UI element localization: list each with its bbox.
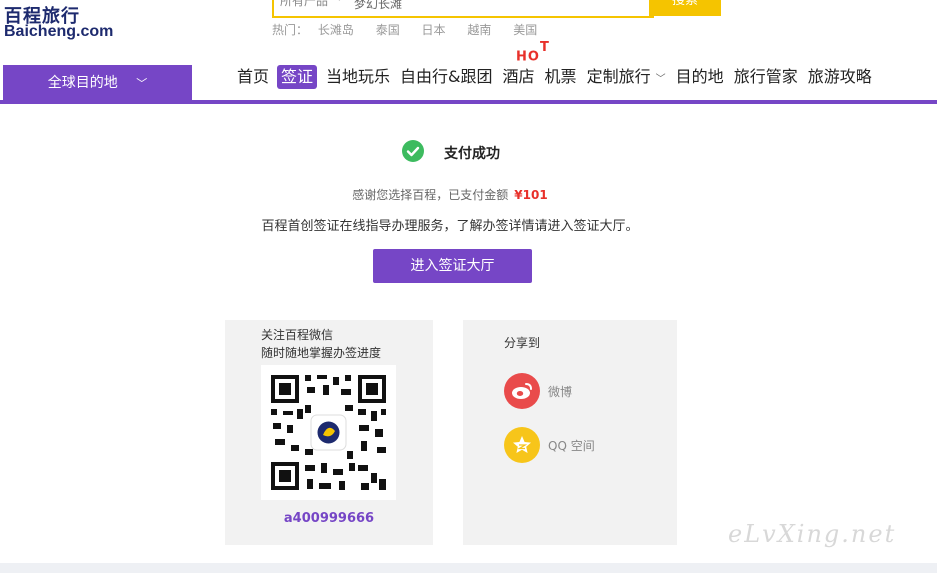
chevron-down-icon: ﹀ (136, 77, 148, 90)
nav-item-visa[interactable]: 签证 (277, 65, 318, 89)
global-destinations-label: 全球目的地 (47, 75, 118, 91)
hot-search-row: 热门： 长滩岛 泰国 日本 越南 美国 (272, 21, 555, 38)
wechat-qr-code (261, 365, 396, 500)
hot-search-link[interactable]: 泰国 (376, 23, 400, 37)
nav-item-home[interactable]: 首页 (232, 65, 274, 89)
hot-search-link[interactable]: 越南 (467, 23, 491, 37)
nav-item-tours[interactable]: 自由行&跟团 (395, 65, 497, 89)
share-card: 分享到 微博 QQ 空间 (463, 320, 677, 545)
nav-item-guides[interactable]: 旅游攻略 (803, 65, 877, 89)
main-nav: 首页 签证 当地玩乐 自由行&跟团 酒店 机票 定制旅行 ﹀ 目的地 旅行管家 … (232, 62, 877, 92)
nav-item-custom-travel[interactable]: 定制旅行 ﹀ (582, 65, 671, 89)
qzone-star-icon (504, 427, 540, 463)
search-category-label: 所有产品 (280, 0, 329, 8)
weibo-icon (504, 373, 540, 409)
chevron-down-icon: ﹀ (334, 0, 344, 8)
share-title: 分享到 (504, 336, 541, 350)
wechat-id: a400999666 (283, 511, 375, 526)
share-weibo-button[interactable]: 微博 (504, 373, 572, 409)
search-bar: 所有产品 ﹀ (272, 0, 654, 18)
nav-item-destinations[interactable]: 目的地 (671, 65, 729, 89)
hot-search-link[interactable]: 日本 (422, 23, 446, 37)
hot-search-link[interactable]: 长滩岛 (318, 23, 354, 37)
watermark-text: eLvXing.net (728, 520, 897, 548)
nav-item-local-fun[interactable]: 当地玩乐 (321, 65, 395, 89)
search-category-select[interactable]: 所有产品 ﹀ (280, 0, 344, 9)
hot-badge-text-b: T (539, 40, 550, 55)
paid-amount: ¥101 (514, 188, 548, 202)
share-qzone-button[interactable]: QQ 空间 (504, 427, 595, 463)
footer-bar (0, 563, 937, 573)
nav-item-flights[interactable]: 机票 (540, 65, 582, 89)
search-button[interactable]: 搜索 (649, 0, 721, 16)
nav-item-custom-travel-label: 定制旅行 (586, 67, 651, 86)
wechat-follow-line1: 关注百程微信 (261, 328, 334, 342)
hot-search-link[interactable]: 美国 (513, 23, 537, 37)
payment-thanks-text: 感谢您选择百程，已支付金额 ¥101 (0, 186, 900, 203)
nav-item-hotel[interactable]: 酒店 (498, 65, 540, 89)
payment-success-title: 支付成功 (444, 146, 500, 162)
logo-en-text: Baicheng.com (4, 23, 114, 40)
search-input[interactable] (354, 0, 634, 12)
nav-item-travel-butler[interactable]: 旅行管家 (729, 65, 803, 89)
wechat-follow-card: 关注百程微信 随时随地掌握办签进度 a400999666 (225, 320, 433, 545)
global-destinations-button[interactable]: 全球目的地 ﹀ (3, 65, 192, 101)
visa-service-desc: 百程首创签证在线指导办理服务，了解办签详情请进入签证大厅。 (261, 219, 639, 234)
share-qzone-label: QQ 空间 (548, 438, 595, 453)
chevron-down-icon: ﹀ (655, 74, 666, 85)
enter-visa-hall-button[interactable]: 进入签证大厅 (373, 249, 532, 283)
hot-label: 热门： (272, 23, 309, 37)
thanks-label: 感谢您选择百程，已支付金额 (352, 188, 509, 202)
baicheng-logo[interactable]: 百程旅行 Baicheng.com (4, 2, 129, 44)
share-weibo-label: 微博 (548, 384, 573, 399)
wechat-follow-line2: 随时随地掌握办签进度 (261, 346, 382, 360)
nav-divider (0, 100, 937, 104)
check-circle-icon (402, 140, 424, 162)
